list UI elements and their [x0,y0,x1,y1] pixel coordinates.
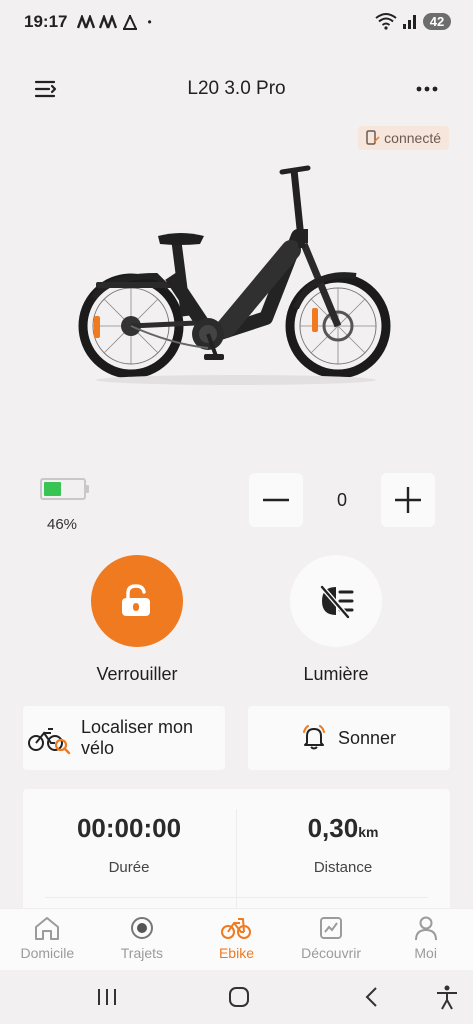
home-icon [35,917,60,940]
camping-icon [123,15,138,30]
assist-level-decrease-button[interactable] [249,473,303,527]
battery-icon [40,478,89,500]
light-label: Lumière [303,664,369,684]
tab-home[interactable]: Domicile [0,909,95,970]
connection-status-label: connecté [384,130,441,146]
ring-button[interactable]: Sonner [248,706,450,770]
status-right: 42 [375,12,451,30]
tab-label: Trajets [120,945,164,961]
lock-label: Verrouiller [96,664,178,684]
distance-value: 0,30km [243,813,443,844]
phone-battery-indicator: 42 [423,12,451,30]
home-nav-icon[interactable] [224,984,254,1010]
status-bar: 19:17 • 42 [0,0,473,44]
headlight-off-icon [320,585,354,619]
accessibility-icon[interactable] [432,984,462,1010]
distance-label: Distance [313,859,373,876]
minus-icon [263,498,289,502]
tab-label: Moi [414,945,437,961]
locate-bike-button[interactable]: Localiser mon vélo [23,706,225,770]
tab-discover[interactable]: Découvrir [284,909,379,970]
locate-bike-label: Localiser mon vélo [81,717,194,758]
bell-icon [302,725,325,750]
tab-label: Ebike [218,945,254,961]
tab-label: Découvrir [301,945,362,961]
duration-label: Durée [108,859,150,876]
lock-button[interactable] [91,555,183,647]
app-notification-icon [77,15,96,29]
status-time: 19:17 [24,12,68,31]
app-header: L20 3.0 Pro [0,62,473,116]
tab-label: Domicile [20,945,75,961]
tab-trips[interactable]: Trajets [95,909,190,970]
duration-value: 00:00:00 [76,813,182,843]
app-notification-icon [99,15,118,29]
signal-icon [403,15,416,29]
target-icon [130,917,153,939]
stats-divider [236,809,237,919]
light-button[interactable] [290,555,382,647]
bottom-tab-bar: Domicile Trajets Ebike Découvrir Moi [0,908,473,970]
notification-icons: • [77,14,152,30]
ebike-image [78,165,391,385]
distance-unit: km [358,824,379,840]
unlock-icon [122,584,150,616]
chart-icon [320,917,343,939]
page-title: L20 3.0 Pro [187,78,286,99]
tab-ebike[interactable]: Ebike [189,909,284,970]
bike-icon [221,918,252,939]
battery-percent: 46% [47,516,78,533]
bike-battery-indicator [40,478,92,500]
locate-bike-icon [28,728,71,755]
connection-status-badge: connecté [358,126,449,150]
system-nav-bar [0,970,473,1024]
battery-fill [44,482,61,496]
back-icon[interactable] [357,984,387,1010]
user-icon [414,916,437,941]
phone-connected-icon [366,130,380,145]
menu-icon[interactable] [34,78,58,100]
recent-apps-icon[interactable] [92,984,122,1010]
assist-level-value: 0 [336,490,347,510]
tab-me[interactable]: Moi [378,909,473,970]
plus-icon [395,487,421,513]
wifi-icon [375,13,397,30]
distance-number: 0,30 [307,813,359,843]
stats-divider [45,897,428,898]
ring-label: Sonner [337,727,397,748]
more-options-icon[interactable] [415,78,439,100]
assist-level-increase-button[interactable] [381,473,435,527]
